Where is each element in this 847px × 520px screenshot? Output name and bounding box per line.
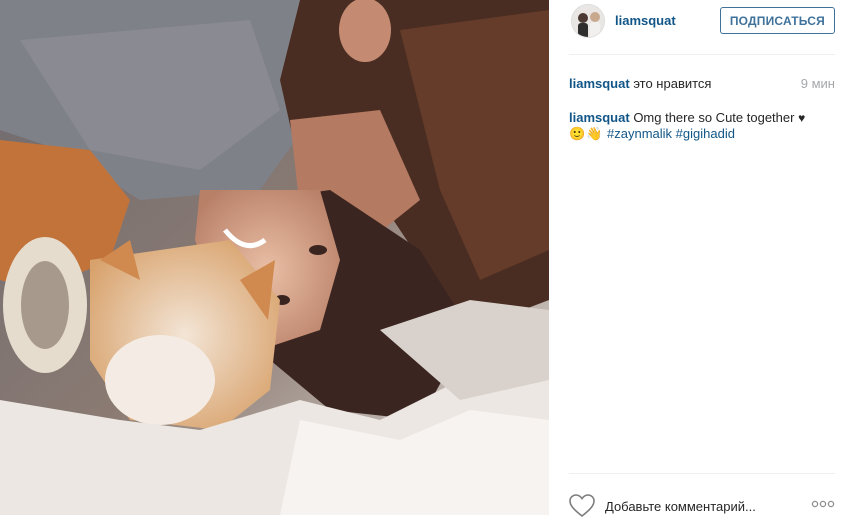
post-header: liamsquat ПОДПИСАТЬСЯ bbox=[569, 0, 835, 55]
avatar[interactable] bbox=[571, 4, 605, 38]
caption: liamsquat Omg there so Cute together ♥ 🙂… bbox=[569, 110, 831, 142]
header-username[interactable]: liamsquat bbox=[615, 13, 676, 28]
post-photo[interactable] bbox=[0, 0, 549, 515]
avatar-image bbox=[572, 5, 604, 37]
hashtag-link[interactable]: #gigihadid bbox=[676, 126, 735, 141]
heart-outline-icon[interactable] bbox=[569, 494, 595, 518]
instagram-post: liamsquat ПОДПИСАТЬСЯ liamsquat это нрав… bbox=[0, 0, 847, 520]
photo-illustration bbox=[0, 0, 549, 515]
comment-input[interactable] bbox=[605, 496, 795, 516]
caption-text: Omg there so Cute together bbox=[633, 110, 795, 125]
post-footer bbox=[569, 473, 835, 520]
likes-username[interactable]: liamsquat bbox=[569, 76, 630, 91]
hashtag-link[interactable]: #zaynmalik bbox=[607, 126, 672, 141]
likes-text: это нравится bbox=[633, 76, 712, 91]
emoji-icons: 🙂👋 bbox=[569, 126, 604, 141]
likes-row: liamsquat это нравится 9 мин bbox=[569, 76, 835, 91]
follow-button[interactable]: ПОДПИСАТЬСЯ bbox=[719, 7, 835, 34]
post-timestamp[interactable]: 9 мин bbox=[801, 76, 835, 91]
ellipsis-icon[interactable] bbox=[811, 497, 835, 511]
heart-emoji-icon: ♥ bbox=[798, 111, 806, 125]
post-sidebar: liamsquat ПОДПИСАТЬСЯ liamsquat это нрав… bbox=[549, 0, 847, 520]
caption-username[interactable]: liamsquat bbox=[569, 110, 630, 125]
